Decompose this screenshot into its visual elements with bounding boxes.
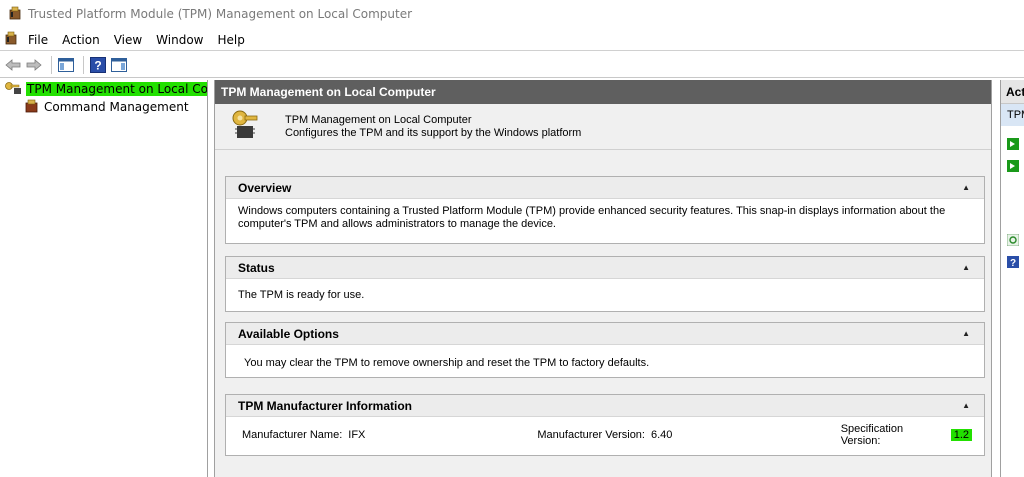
section-title: Available Options: [238, 326, 339, 341]
available-options-section: Available Options ▲ You may clear the TP…: [225, 322, 985, 378]
overview-section: Overview ▲ Windows computers containing …: [225, 176, 985, 244]
specification-version-label: Specification Version:: [840, 423, 904, 447]
section-title: TPM Manufacturer Information: [238, 398, 413, 413]
status-text: The TPM is ready for use.: [238, 289, 365, 301]
collapse-icon[interactable]: ▲: [962, 263, 970, 272]
manufacturer-name: Manufacturer Name: IFX: [242, 429, 537, 441]
collapse-icon[interactable]: ▲: [962, 329, 970, 338]
svg-text:?: ?: [1010, 258, 1016, 268]
options-text: You may clear the TPM to remove ownershi…: [244, 357, 650, 369]
actions-subheader[interactable]: TPM: [1001, 104, 1024, 126]
refresh-icon[interactable]: [1006, 233, 1020, 247]
menu-help[interactable]: Help: [211, 31, 252, 49]
help-icon[interactable]: ?: [1007, 256, 1019, 269]
manufacturer-version-value: 6.40: [651, 429, 673, 441]
tpm-key-icon: [4, 81, 22, 98]
actions-header: Acti: [1001, 80, 1024, 104]
help-icon[interactable]: ?: [89, 56, 107, 74]
tpm-app-icon: [8, 6, 22, 23]
available-options-header[interactable]: Available Options ▲: [226, 323, 984, 345]
toolbar-separator: [83, 55, 84, 74]
info-title: TPM Management on Local Computer: [285, 113, 472, 126]
manufacturer-name-value: IFX: [348, 429, 366, 441]
manufacturer-name-label: Manufacturer Name:: [242, 429, 343, 441]
tree-item-label: Command Management: [44, 100, 189, 114]
menu-file[interactable]: File: [21, 31, 55, 49]
info-subtitle: Configures the TPM and its support by th…: [285, 126, 582, 139]
manufacturer-header[interactable]: TPM Manufacturer Information ▲: [226, 395, 984, 417]
center-header: TPM Management on Local Computer: [215, 80, 991, 104]
menu-bar: File Action View Window Help: [0, 29, 1024, 51]
back-arrow-icon[interactable]: [4, 56, 22, 74]
tree-item-label: TPM Management on Local Comp: [26, 82, 207, 96]
center-pane: TPM Management on Local Computer TPM Man…: [214, 80, 992, 477]
show-hide-console-tree-icon[interactable]: [57, 56, 75, 74]
info-text: TPM Management on Local Computer Configu…: [285, 114, 581, 140]
command-management-icon: [24, 99, 40, 116]
tree-item-tpm-management[interactable]: TPM Management on Local Comp: [0, 80, 207, 98]
manufacturer-section: TPM Manufacturer Information ▲ Manufactu…: [225, 394, 985, 456]
status-section: Status ▲ The TPM is ready for use.: [225, 256, 985, 312]
actions-pane: Acti TPM ?: [1000, 80, 1024, 477]
specification-version-value: 1.2: [950, 429, 972, 441]
tpm-key-chip-icon: [229, 108, 263, 145]
tree-item-command-management[interactable]: Command Management: [0, 98, 207, 116]
toolbar: ?: [0, 52, 1024, 78]
snapin-info: TPM Management on Local Computer Configu…: [215, 104, 991, 150]
toolbar-separator: [51, 55, 52, 74]
collapse-icon[interactable]: ▲: [962, 401, 970, 410]
menu-action[interactable]: Action: [55, 31, 107, 49]
menu-view[interactable]: View: [107, 31, 149, 49]
title-bar: Trusted Platform Module (TPM) Management…: [0, 0, 1024, 28]
menu-window[interactable]: Window: [149, 31, 210, 49]
menu-app-icon[interactable]: [4, 31, 18, 48]
window-title: Trusted Platform Module (TPM) Management…: [28, 7, 413, 21]
overview-header[interactable]: Overview ▲: [226, 177, 984, 199]
console-tree: TPM Management on Local Comp Command Man…: [0, 80, 208, 477]
action-arrow-icon[interactable]: [1007, 138, 1019, 150]
section-title: Status: [238, 260, 275, 275]
manufacturer-version-label: Manufacturer Version:: [537, 429, 645, 441]
manufacturer-version: Manufacturer Version: 6.40: [537, 429, 840, 441]
forward-arrow-icon[interactable]: [25, 56, 43, 74]
section-title: Overview: [238, 180, 292, 195]
overview-text: Windows computers containing a Trusted P…: [238, 205, 946, 230]
collapse-icon[interactable]: ▲: [962, 183, 970, 192]
show-hide-action-pane-icon[interactable]: [110, 56, 128, 74]
action-arrow-icon[interactable]: [1007, 160, 1019, 172]
manufacturer-row: Manufacturer Name: IFX Manufacturer Vers…: [226, 417, 984, 453]
specification-version: Specification Version: 1.2: [841, 423, 972, 447]
svg-text:?: ?: [94, 58, 101, 72]
status-header[interactable]: Status ▲: [226, 257, 984, 279]
